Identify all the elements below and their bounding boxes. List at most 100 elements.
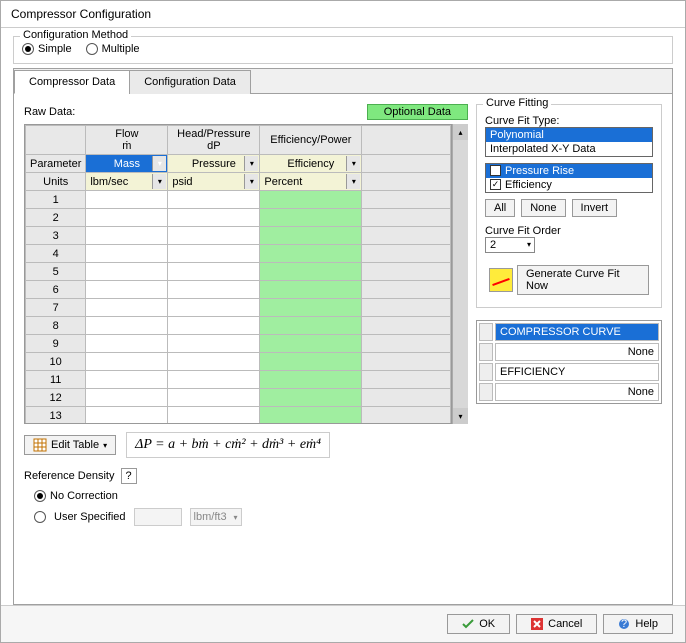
list-item[interactable]: Interpolated X-Y Data [486,142,652,156]
cell-head[interactable] [168,263,260,281]
cell-efficiency[interactable] [260,317,362,335]
list-item[interactable]: Polynomial [486,128,652,142]
list-item[interactable]: ✓ Efficiency [486,178,652,192]
cell-efficiency[interactable] [260,389,362,407]
row-number: 11 [26,371,86,389]
radio-user-specified[interactable]: User Specified lbm/ft3▾ [34,508,468,526]
raw-data-label: Raw Data: [24,106,75,118]
cell-head[interactable] [168,317,260,335]
cell-flow[interactable] [86,389,168,407]
units-eff-select[interactable]: Percent▾ [260,173,362,191]
invert-button[interactable]: Invert [572,199,618,217]
ok-button[interactable]: OK [447,614,510,634]
cell-head[interactable] [168,209,260,227]
generate-curve-fit-button[interactable]: Generate Curve Fit Now [517,265,649,295]
param-flow-select[interactable]: Mass▾ [86,155,168,173]
row-number: 13 [26,407,86,425]
list-item[interactable]: ✓ Pressure Rise [486,164,652,178]
units-head-select[interactable]: psid▾ [168,173,260,191]
cell-head[interactable] [168,299,260,317]
row-number: 6 [26,281,86,299]
radio-simple[interactable]: Simple [22,43,72,55]
units-flow-select[interactable]: lbm/sec▾ [86,173,168,191]
scroll-down-icon[interactable]: ▾ [453,408,468,424]
cell-head[interactable] [168,245,260,263]
formula-display: ΔP = a + bṁ + cṁ² + dṁ³ + eṁ⁴ [126,432,330,458]
scroll-up-icon[interactable]: ▴ [453,124,468,140]
cell-head[interactable] [168,407,260,425]
cell-flow[interactable] [86,407,168,425]
radio-icon [22,43,34,55]
cell-flow[interactable] [86,263,168,281]
chevron-down-icon: ▾ [244,174,258,189]
table-icon [33,438,47,452]
cell-flow[interactable] [86,227,168,245]
cancel-button[interactable]: Cancel [516,614,597,634]
cell-head[interactable] [168,389,260,407]
col-eff-header: Efficiency/Power [260,126,362,155]
cell-flow[interactable] [86,191,168,209]
cell-head[interactable] [168,353,260,371]
vertical-scrollbar[interactable]: ▴ ▾ [452,124,468,424]
tab-container: Compressor Data Configuration Data Raw D… [13,68,673,605]
cell-efficiency[interactable] [260,335,362,353]
radio-no-correction[interactable]: No Correction [34,490,468,502]
cell-head[interactable] [168,191,260,209]
cell-head[interactable] [168,371,260,389]
curve-fit-order-select[interactable]: 2 ▾ [485,237,535,253]
cell-head[interactable] [168,227,260,245]
cell-flow[interactable] [86,299,168,317]
cell-efficiency[interactable] [260,407,362,425]
cell-efficiency[interactable] [260,299,362,317]
none-button[interactable]: None [521,199,565,217]
help-button[interactable]: ? [121,468,137,484]
cell-efficiency[interactable] [260,245,362,263]
cell-flow[interactable] [86,353,168,371]
optional-data-badge: Optional Data [367,104,468,120]
table-cell: None [495,343,659,361]
row-number: 2 [26,209,86,227]
curve-fitting-legend: Curve Fitting [483,97,551,109]
chevron-down-icon: ▾ [244,156,258,171]
cell-efficiency[interactable] [260,371,362,389]
chart-icon [489,268,513,292]
cell-efficiency[interactable] [260,209,362,227]
curve-fit-type-list[interactable]: Polynomial Interpolated X-Y Data [485,127,653,157]
cell-efficiency[interactable] [260,353,362,371]
cell-flow[interactable] [86,317,168,335]
radio-multiple[interactable]: Multiple [86,43,140,55]
chevron-down-icon: ▾ [346,156,360,171]
tab-compressor-data[interactable]: Compressor Data [14,70,130,94]
cell-efficiency[interactable] [260,263,362,281]
chevron-down-icon: ▾ [152,174,166,189]
table-header: COMPRESSOR CURVE [495,323,659,341]
table-header: EFFICIENCY [495,363,659,381]
cell-head[interactable] [168,335,260,353]
cell-flow[interactable] [86,335,168,353]
chevron-down-icon: ▾ [152,156,166,171]
cell-flow[interactable] [86,209,168,227]
cell-efficiency[interactable] [260,191,362,209]
help-button[interactable]: ? Help [603,614,673,634]
density-value-input [134,508,182,526]
config-method-group: Configuration Method Simple Multiple [13,36,673,64]
data-grid[interactable]: Flow ṁ Head/Pressure dP Efficiency/Power… [24,124,452,424]
curve-series-checklist[interactable]: ✓ Pressure Rise ✓ Efficiency [485,163,653,193]
cell-flow[interactable] [86,245,168,263]
edit-table-button[interactable]: Edit Table ▾ [24,435,116,455]
chevron-down-icon: ▾ [527,240,531,249]
cell-head[interactable] [168,281,260,299]
tab-configuration-data[interactable]: Configuration Data [129,70,251,94]
radio-icon [34,490,46,502]
chevron-down-icon: ▾ [103,441,107,450]
param-head-select[interactable]: Pressure▾ [168,155,260,173]
all-button[interactable]: All [485,199,515,217]
dialog-footer: OK Cancel ? Help [1,605,685,642]
cell-flow[interactable] [86,281,168,299]
radio-multiple-label: Multiple [102,43,140,55]
cell-efficiency[interactable] [260,281,362,299]
cell-flow[interactable] [86,371,168,389]
param-eff-select[interactable]: Efficiency▾ [260,155,362,173]
cell-efficiency[interactable] [260,227,362,245]
window-title: Compressor Configuration [1,1,685,28]
